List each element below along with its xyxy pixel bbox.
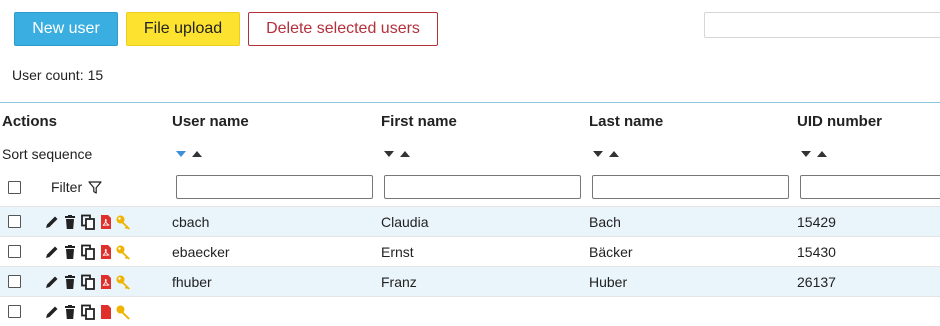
sort-controls-first-name	[384, 139, 410, 168]
sort-down-icon[interactable]	[801, 150, 811, 157]
sort-up-icon[interactable]	[609, 150, 619, 157]
select-all-checkbox[interactable]	[8, 180, 21, 194]
sort-up-icon[interactable]	[817, 150, 827, 157]
copy-icon[interactable]	[79, 243, 97, 261]
sort-up-icon[interactable]	[400, 150, 410, 157]
row-select-checkbox[interactable]	[8, 245, 21, 258]
filter-icon	[88, 180, 102, 194]
column-header-uid-number[interactable]: UID number	[797, 103, 882, 139]
cell-user-name: fhuber	[172, 273, 212, 290]
column-header-first-name[interactable]: First name	[381, 103, 457, 139]
row-select-checkbox[interactable]	[8, 275, 21, 288]
delete-selected-users-button[interactable]: Delete selected users	[248, 12, 438, 46]
sort-row: Sort sequence	[0, 139, 940, 168]
trash-icon[interactable]	[61, 213, 79, 231]
edit-icon[interactable]	[43, 273, 61, 291]
cell-last-name: Bäcker	[589, 243, 633, 260]
row-actions	[0, 297, 133, 326]
copy-icon[interactable]	[79, 273, 97, 291]
filter-uid-number-input[interactable]	[800, 175, 940, 199]
key-icon[interactable]	[115, 273, 133, 291]
filter-toggle[interactable]: Filter	[51, 179, 102, 195]
key-icon[interactable]	[115, 303, 133, 321]
user-count: User count: 15	[12, 67, 103, 83]
row-actions	[0, 237, 133, 266]
filter-user-name-input[interactable]	[176, 175, 373, 199]
file-upload-button[interactable]: File upload	[126, 12, 240, 46]
sort-down-icon[interactable]	[176, 150, 186, 157]
cell-first-name: Franz	[381, 273, 417, 290]
search-input[interactable]	[704, 12, 940, 38]
cell-user-name: ebaecker	[172, 243, 230, 260]
user-count-label: User count:	[12, 67, 84, 83]
table-row: ebaecker Ernst Bäcker 15430	[0, 236, 940, 266]
sort-down-icon[interactable]	[384, 150, 394, 157]
sort-controls-last-name	[593, 139, 619, 168]
cell-first-name: Ernst	[381, 243, 414, 260]
pdf-icon[interactable]	[97, 243, 115, 261]
filter-row: Filter	[0, 168, 940, 206]
edit-icon[interactable]	[43, 303, 61, 321]
trash-icon[interactable]	[61, 303, 79, 321]
key-icon[interactable]	[115, 213, 133, 231]
pdf-icon[interactable]	[97, 213, 115, 231]
cell-first-name: Claudia	[381, 213, 429, 230]
row-select-checkbox[interactable]	[8, 215, 21, 228]
table-row-partial	[0, 296, 940, 326]
cell-user-name: cbach	[172, 213, 210, 230]
column-header-user-name[interactable]: User name	[172, 103, 249, 139]
sort-down-icon[interactable]	[593, 150, 603, 157]
trash-icon[interactable]	[61, 273, 79, 291]
cell-last-name: Huber	[589, 273, 628, 290]
table-row: cbach Claudia Bach 15429	[0, 206, 940, 236]
edit-icon[interactable]	[43, 213, 61, 231]
column-header-actions: Actions	[2, 112, 58, 130]
filter-label: Filter	[51, 179, 83, 195]
table-header: Actions User name First name Last name U…	[0, 103, 940, 139]
filter-first-name-input[interactable]	[384, 175, 581, 199]
cell-uid-number: 26137	[797, 273, 836, 290]
copy-icon[interactable]	[79, 303, 97, 321]
column-header-last-name[interactable]: Last name	[589, 103, 663, 139]
filter-controls: Filter	[8, 168, 102, 206]
edit-icon[interactable]	[43, 243, 61, 261]
cell-uid-number: 15430	[797, 243, 836, 260]
row-select-checkbox[interactable]	[8, 305, 21, 318]
sort-sequence-label: Sort sequence	[2, 145, 93, 162]
sort-controls-uid-number	[801, 139, 827, 168]
cell-uid-number: 15429	[797, 213, 836, 230]
sort-controls-user-name	[176, 139, 202, 168]
pdf-icon[interactable]	[97, 303, 115, 321]
copy-icon[interactable]	[79, 213, 97, 231]
row-actions	[0, 207, 133, 236]
key-icon[interactable]	[115, 243, 133, 261]
user-count-value: 15	[87, 67, 104, 83]
trash-icon[interactable]	[61, 243, 79, 261]
table-row: fhuber Franz Huber 26137	[0, 266, 940, 296]
pdf-icon[interactable]	[97, 273, 115, 291]
row-actions	[0, 267, 133, 296]
users-table: Actions User name First name Last name U…	[0, 102, 940, 326]
new-user-button[interactable]: New user	[14, 12, 118, 46]
filter-last-name-input[interactable]	[592, 175, 789, 199]
sort-up-icon[interactable]	[192, 150, 202, 157]
cell-last-name: Bach	[589, 213, 621, 230]
